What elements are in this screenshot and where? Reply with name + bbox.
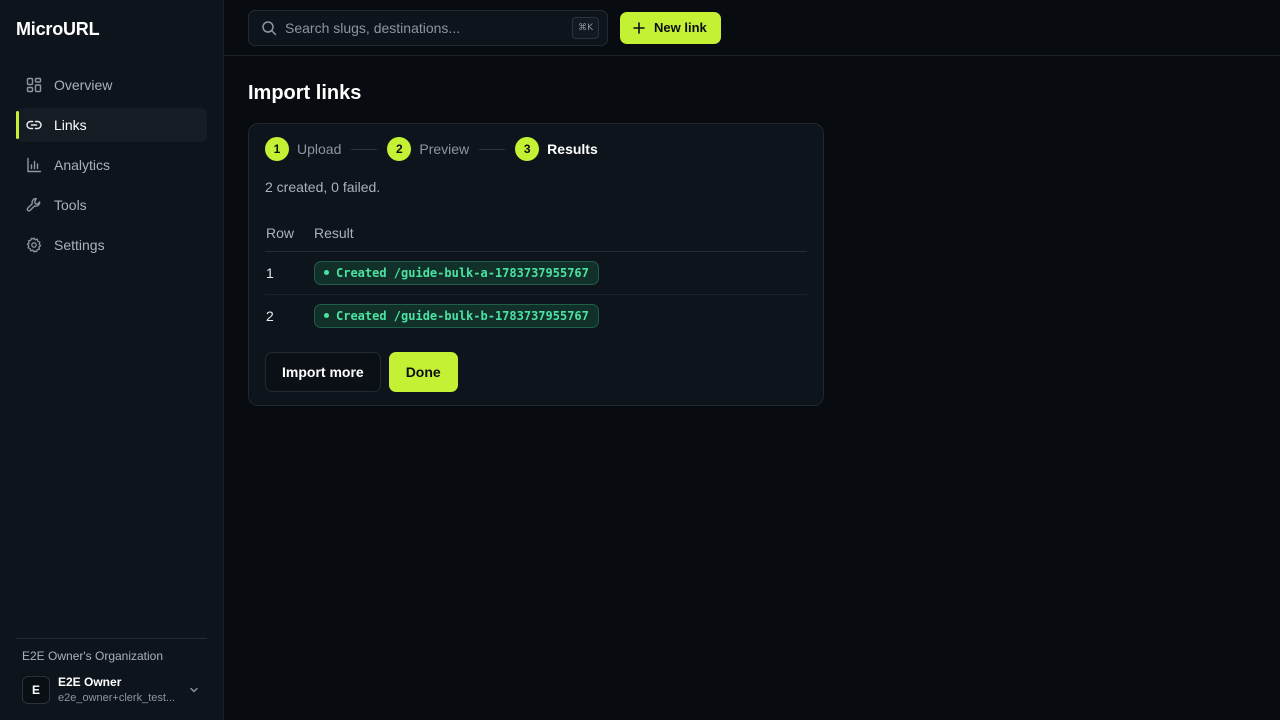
- sidebar-item-label: Settings: [54, 237, 105, 253]
- page-content: Import links 1 Upload 2 Preview 3 Result…: [224, 56, 1280, 432]
- card-actions: Import more Done: [265, 352, 807, 392]
- gear-icon: [26, 237, 42, 253]
- sidebar-item-links[interactable]: Links: [16, 108, 207, 142]
- search-icon: [261, 20, 277, 36]
- user-name: E2E Owner: [58, 675, 122, 689]
- step-number: 2: [387, 137, 412, 161]
- link-icon: [26, 117, 42, 133]
- step-divider: [351, 148, 378, 150]
- avatar: E: [22, 675, 50, 704]
- brand-logo[interactable]: MicroURL: [16, 19, 207, 40]
- done-button[interactable]: Done: [388, 352, 458, 392]
- status-dot-icon: [324, 313, 329, 319]
- status-badge: Created /guide-bulk-a-1783737955767: [314, 260, 599, 285]
- org-name: E2E Owner's Organization: [22, 649, 164, 663]
- step-preview: 2 Preview: [387, 137, 469, 161]
- search-input[interactable]: [285, 19, 573, 36]
- sidebar-item-label: Overview: [54, 77, 113, 93]
- plus-icon: [632, 21, 646, 35]
- step-label: Upload: [297, 141, 342, 157]
- new-link-label: New link: [654, 20, 707, 35]
- step-label: Preview: [419, 141, 470, 157]
- import-card: 1 Upload 2 Preview 3 Results 2 created, …: [248, 123, 824, 406]
- import-summary: 2 created, 0 failed.: [265, 179, 381, 195]
- grid-icon: [26, 77, 42, 93]
- page-title: Import links: [248, 82, 362, 104]
- sidebar-nav: Overview Links Analytics Tools Settings: [16, 68, 207, 268]
- row-number: 2: [266, 307, 274, 324]
- sidebar-item-analytics[interactable]: Analytics: [16, 148, 207, 182]
- wrench-icon: [26, 197, 42, 213]
- result-cell: Created /guide-bulk-b-1783737955767: [314, 294, 807, 337]
- result-cell: Created /guide-bulk-a-1783737955767: [314, 251, 807, 295]
- main-area: ⌘K New link Import links 1 Upload: [224, 0, 1280, 720]
- column-header-result: Result: [314, 217, 807, 252]
- new-link-button[interactable]: New link: [620, 11, 721, 44]
- status-dot-icon: [324, 270, 329, 275]
- sidebar-item-tools[interactable]: Tools: [16, 188, 207, 222]
- org-switcher: E2E Owner's Organization E E2E Owner e2e…: [16, 638, 207, 720]
- import-stepper: 1 Upload 2 Preview 3 Results: [265, 137, 807, 161]
- sidebar-item-label: Analytics: [54, 157, 111, 173]
- step-results: 3 Results: [515, 137, 598, 161]
- user-email: e2e_owner+clerk_test...: [58, 692, 176, 704]
- column-header-row: Row: [265, 217, 314, 252]
- status-text: Created /guide-bulk-b-1783737955767: [336, 308, 589, 323]
- app-root: MicroURL Overview Links Analytics Tools …: [0, 0, 1280, 720]
- table-row: 1 Created /guide-bulk-a-1783737955767: [265, 251, 807, 295]
- step-label: Results: [547, 141, 598, 157]
- step-divider: [479, 148, 506, 150]
- import-more-button[interactable]: Import more: [265, 352, 381, 392]
- topbar: ⌘K New link: [224, 0, 1280, 56]
- bar-chart-icon: [26, 157, 42, 173]
- status-badge: Created /guide-bulk-b-1783737955767: [314, 303, 599, 328]
- sidebar: MicroURL Overview Links Analytics Tools …: [0, 0, 224, 720]
- sidebar-item-label: Tools: [54, 197, 87, 213]
- user-info: E2E Owner e2e_owner+clerk_test...: [58, 675, 187, 704]
- sidebar-item-label: Links: [54, 117, 87, 133]
- user-menu[interactable]: E E2E Owner e2e_owner+clerk_test...: [22, 675, 201, 704]
- row-number: 1: [265, 251, 314, 295]
- results-table: Row Result 1 Created /guide-bulk-a-17837…: [265, 217, 807, 337]
- sidebar-item-overview[interactable]: Overview: [16, 68, 207, 102]
- status-text: Created /guide-bulk-a-1783737955767: [336, 265, 589, 280]
- step-upload: 1 Upload: [265, 137, 341, 161]
- table-header-row: Row Result: [265, 217, 807, 252]
- shortcut-hint: ⌘K: [572, 16, 599, 39]
- chevron-down-icon[interactable]: [187, 683, 201, 697]
- step-number: 1: [265, 137, 289, 161]
- table-row: 2 Created /guide-bulk-b-1783737955767: [265, 294, 807, 337]
- sidebar-item-settings[interactable]: Settings: [16, 228, 207, 262]
- step-number: 3: [515, 137, 540, 161]
- search-bar[interactable]: ⌘K: [248, 9, 608, 46]
